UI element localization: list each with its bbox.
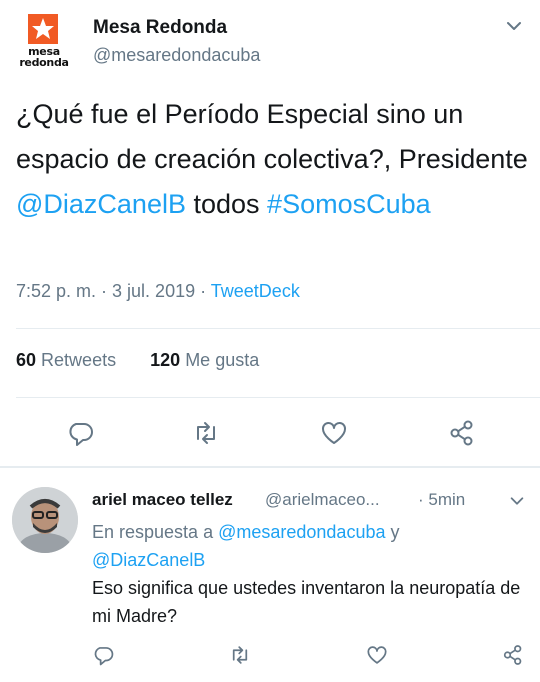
divider bbox=[16, 397, 540, 398]
tweet-source-link[interactable]: TweetDeck bbox=[211, 281, 300, 301]
chevron-down-icon[interactable] bbox=[504, 16, 524, 36]
profile-avatar-logo[interactable]: mesa redonda bbox=[18, 14, 70, 72]
reply-author-name[interactable]: ariel maceo tellez bbox=[92, 490, 233, 510]
reply-retweet-button[interactable] bbox=[229, 644, 251, 666]
reply-author-handle[interactable]: @arielmaceo... bbox=[265, 490, 380, 510]
tweet-text-part: ¿Qué fue el Período Especial sino un esp… bbox=[16, 99, 528, 174]
share-button[interactable] bbox=[448, 419, 476, 447]
heart-icon bbox=[367, 646, 387, 664]
likes-stat[interactable]: 120 Me gusta bbox=[150, 350, 259, 370]
replying-to-mention[interactable]: @mesaredondacuba bbox=[218, 522, 385, 542]
profile-photo bbox=[12, 487, 78, 553]
reply-timestamp: · 5min bbox=[418, 490, 466, 509]
author-display-name[interactable]: Mesa Redonda bbox=[93, 17, 227, 39]
divider bbox=[0, 466, 540, 468]
divider bbox=[16, 328, 540, 329]
reply-like-button[interactable] bbox=[366, 644, 388, 666]
retweet-icon bbox=[232, 646, 248, 664]
reply-reply-button[interactable] bbox=[92, 644, 114, 666]
logo-wordmark: mesa redonda bbox=[19, 45, 69, 69]
reply-text: Eso significa que ustedes inventaron la … bbox=[92, 578, 521, 626]
tweet-metadata: 7:52 p. m. · 3 jul. 2019 · TweetDeck bbox=[16, 281, 300, 302]
like-button[interactable] bbox=[320, 419, 348, 447]
reply-author-avatar[interactable] bbox=[12, 487, 78, 553]
retweets-stat[interactable]: 60 Retweets bbox=[16, 350, 116, 370]
chevron-down-icon[interactable] bbox=[508, 492, 526, 510]
replying-to: En respuesta a @mesaredondacuba y @DiazCa… bbox=[92, 522, 400, 570]
author-handle[interactable]: @mesaredondacuba bbox=[93, 45, 260, 66]
tweet-stats: 60 Retweets 120 Me gusta bbox=[16, 350, 259, 371]
tweet-detail: mesa redonda Mesa Redonda @mesaredondacub… bbox=[0, 0, 540, 682]
heart-icon bbox=[322, 422, 346, 444]
share-icon bbox=[450, 420, 473, 446]
mention-link[interactable]: @DiazCanelB bbox=[16, 189, 186, 219]
tweet-text: ¿Qué fue el Período Especial sino un esp… bbox=[16, 92, 531, 227]
reply-share-button[interactable] bbox=[502, 644, 524, 666]
reply-button[interactable] bbox=[66, 419, 94, 447]
reply-icon bbox=[69, 423, 93, 446]
star-logo-icon bbox=[28, 14, 58, 44]
retweet-button[interactable] bbox=[192, 419, 220, 447]
tweet-text-part: todos bbox=[185, 189, 268, 219]
replying-to-mention[interactable]: @DiazCanelB bbox=[92, 550, 205, 570]
retweet-icon bbox=[197, 422, 215, 444]
reply-icon bbox=[94, 647, 114, 666]
hashtag-link[interactable]: #SomosCuba bbox=[267, 189, 431, 219]
share-icon bbox=[503, 645, 522, 665]
tweet-timestamp: 7:52 p. m. · 3 jul. 2019 · bbox=[16, 281, 211, 301]
